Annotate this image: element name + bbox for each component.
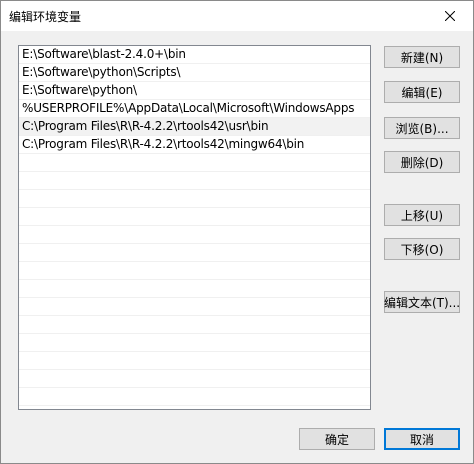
close-button[interactable] xyxy=(427,1,473,31)
empty-row[interactable] xyxy=(19,370,370,388)
empty-row[interactable] xyxy=(19,316,370,334)
empty-row[interactable] xyxy=(19,334,370,352)
window-title: 编辑环境变量 xyxy=(9,10,82,24)
list-item[interactable]: C:\Program Files\R\R-4.2.2\rtools42\ming… xyxy=(19,136,370,154)
edit-text-button[interactable]: 编辑文本(T)... xyxy=(384,291,460,313)
empty-row[interactable] xyxy=(19,208,370,226)
ok-button[interactable]: 确定 xyxy=(299,428,375,450)
list-item[interactable]: E:\Software\python\Scripts\ xyxy=(19,64,370,82)
edit-env-var-dialog: 编辑环境变量 E:\Software\blast-2.4.0+\bin E:\S… xyxy=(0,0,474,464)
title-bar: 编辑环境变量 xyxy=(1,1,473,31)
empty-row[interactable] xyxy=(19,352,370,370)
new-button[interactable]: 新建(N) xyxy=(384,46,460,68)
path-list[interactable]: E:\Software\blast-2.4.0+\bin E:\Software… xyxy=(18,45,371,410)
empty-row[interactable] xyxy=(19,262,370,280)
empty-row[interactable] xyxy=(19,190,370,208)
move-up-button[interactable]: 上移(U) xyxy=(384,204,460,226)
close-icon xyxy=(445,11,455,21)
empty-row[interactable] xyxy=(19,172,370,190)
edit-button[interactable]: 编辑(E) xyxy=(384,81,460,103)
empty-row[interactable] xyxy=(19,298,370,316)
delete-button[interactable]: 删除(D) xyxy=(384,151,460,173)
list-item[interactable]: E:\Software\python\ xyxy=(19,82,370,100)
cancel-button[interactable]: 取消 xyxy=(384,428,460,450)
list-item[interactable]: E:\Software\blast-2.4.0+\bin xyxy=(19,46,370,64)
empty-row[interactable] xyxy=(19,388,370,406)
empty-row[interactable] xyxy=(19,406,370,409)
list-item[interactable]: C:\Program Files\R\R-4.2.2\rtools42\usr\… xyxy=(19,118,370,136)
empty-row[interactable] xyxy=(19,280,370,298)
empty-row[interactable] xyxy=(19,154,370,172)
browse-button[interactable]: 浏览(B)... xyxy=(384,117,460,139)
list-item[interactable]: %USERPROFILE%\AppData\Local\Microsoft\Wi… xyxy=(19,100,370,118)
move-down-button[interactable]: 下移(O) xyxy=(384,238,460,260)
empty-row[interactable] xyxy=(19,244,370,262)
empty-row[interactable] xyxy=(19,226,370,244)
